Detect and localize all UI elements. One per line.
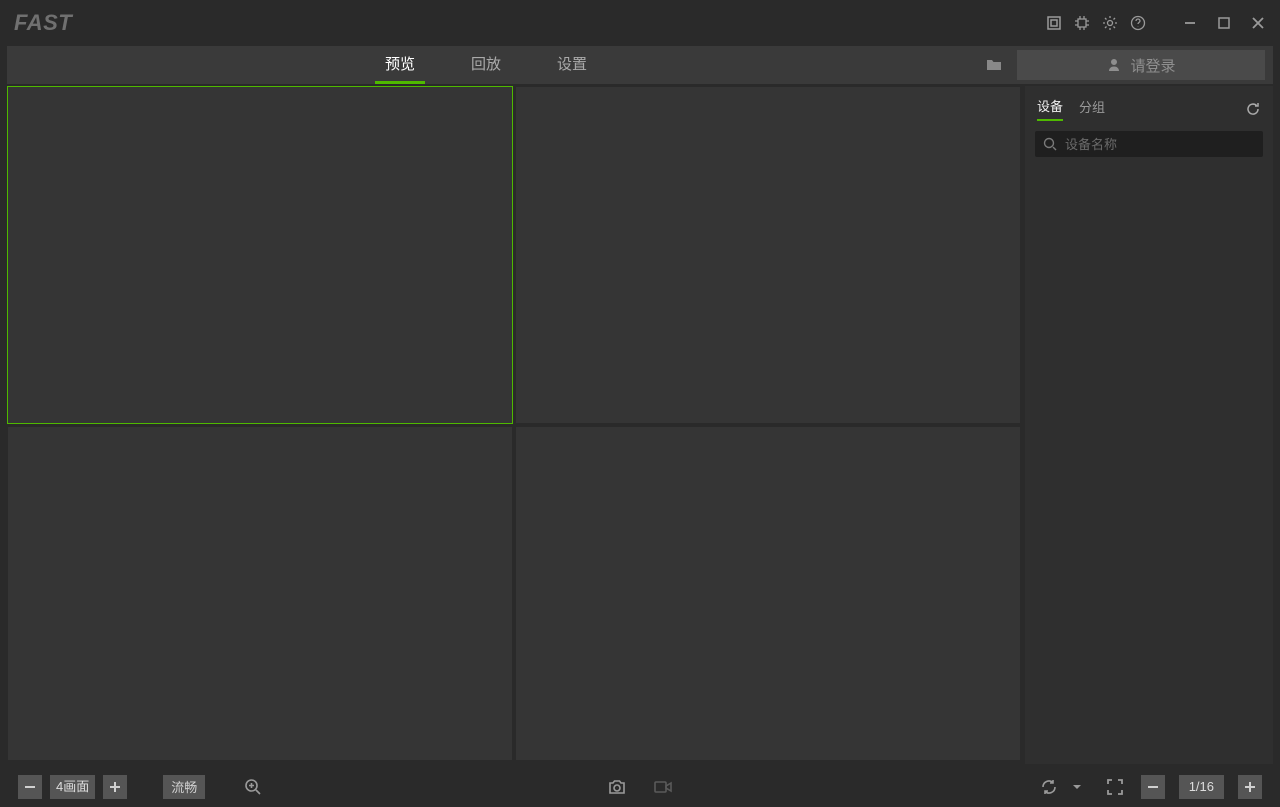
device-search bbox=[1035, 131, 1263, 157]
close-icon[interactable] bbox=[1250, 15, 1266, 31]
footer-bar: 4画面 流畅 1/16 bbox=[0, 764, 1280, 807]
login-button[interactable]: 请登录 bbox=[1017, 50, 1265, 80]
nav-tabs: 预览 回放 设置 bbox=[357, 46, 615, 84]
main-area: 设备 分组 bbox=[7, 86, 1273, 764]
tab-settings[interactable]: 设置 bbox=[529, 46, 615, 84]
title-bar-right bbox=[1046, 15, 1266, 31]
gear-icon[interactable] bbox=[1102, 15, 1118, 31]
layout-label[interactable]: 4画面 bbox=[50, 775, 95, 799]
video-grid bbox=[7, 86, 1021, 764]
screenshot-tool-icon[interactable] bbox=[1046, 15, 1062, 31]
layout-control-group: 4画面 流畅 bbox=[18, 775, 265, 799]
minimize-icon[interactable] bbox=[1182, 15, 1198, 31]
video-cell-3[interactable] bbox=[7, 426, 513, 764]
search-icon bbox=[1043, 137, 1057, 151]
device-sidebar: 设备 分组 bbox=[1025, 86, 1273, 764]
help-icon[interactable] bbox=[1130, 15, 1146, 31]
sidebar-tab-groups[interactable]: 分组 bbox=[1079, 97, 1105, 120]
video-cell-1[interactable] bbox=[7, 86, 513, 424]
page-next-button[interactable] bbox=[1238, 775, 1262, 799]
title-bar: FAST bbox=[0, 0, 1280, 46]
footer-right-group: 1/16 bbox=[1037, 775, 1262, 799]
maximize-icon[interactable] bbox=[1216, 15, 1232, 31]
cycle-icon[interactable] bbox=[1037, 775, 1061, 799]
cycle-dropdown-icon[interactable] bbox=[1065, 775, 1089, 799]
refresh-icon[interactable] bbox=[1245, 101, 1261, 117]
window-controls bbox=[1182, 15, 1266, 31]
app-logo: FAST bbox=[14, 10, 72, 36]
login-label: 请登录 bbox=[1130, 55, 1175, 76]
video-cell-2[interactable] bbox=[515, 86, 1021, 424]
layout-increase-button[interactable] bbox=[103, 775, 127, 799]
footer-center-group bbox=[605, 775, 675, 799]
video-cell-4[interactable] bbox=[515, 426, 1021, 764]
device-search-input[interactable] bbox=[1035, 131, 1263, 157]
fullscreen-icon[interactable] bbox=[1103, 775, 1127, 799]
nav-bar: 预览 回放 设置 请登录 bbox=[7, 46, 1273, 84]
zoom-in-icon[interactable] bbox=[241, 775, 265, 799]
tab-preview[interactable]: 预览 bbox=[357, 46, 443, 84]
layout-decrease-button[interactable] bbox=[18, 775, 42, 799]
record-icon[interactable] bbox=[651, 775, 675, 799]
sidebar-tab-row: 设备 分组 bbox=[1025, 86, 1273, 127]
cpu-tool-icon[interactable] bbox=[1074, 15, 1090, 31]
title-bar-tools bbox=[1046, 15, 1146, 31]
sidebar-tab-devices[interactable]: 设备 bbox=[1037, 96, 1063, 121]
folder-icon[interactable] bbox=[985, 56, 1003, 74]
user-icon bbox=[1106, 57, 1122, 73]
tab-playback[interactable]: 回放 bbox=[443, 46, 529, 84]
page-indicator: 1/16 bbox=[1179, 775, 1224, 799]
snapshot-icon[interactable] bbox=[605, 775, 629, 799]
stream-quality-button[interactable]: 流畅 bbox=[163, 775, 205, 799]
page-prev-button[interactable] bbox=[1141, 775, 1165, 799]
nav-right-group: 请登录 bbox=[985, 50, 1265, 80]
